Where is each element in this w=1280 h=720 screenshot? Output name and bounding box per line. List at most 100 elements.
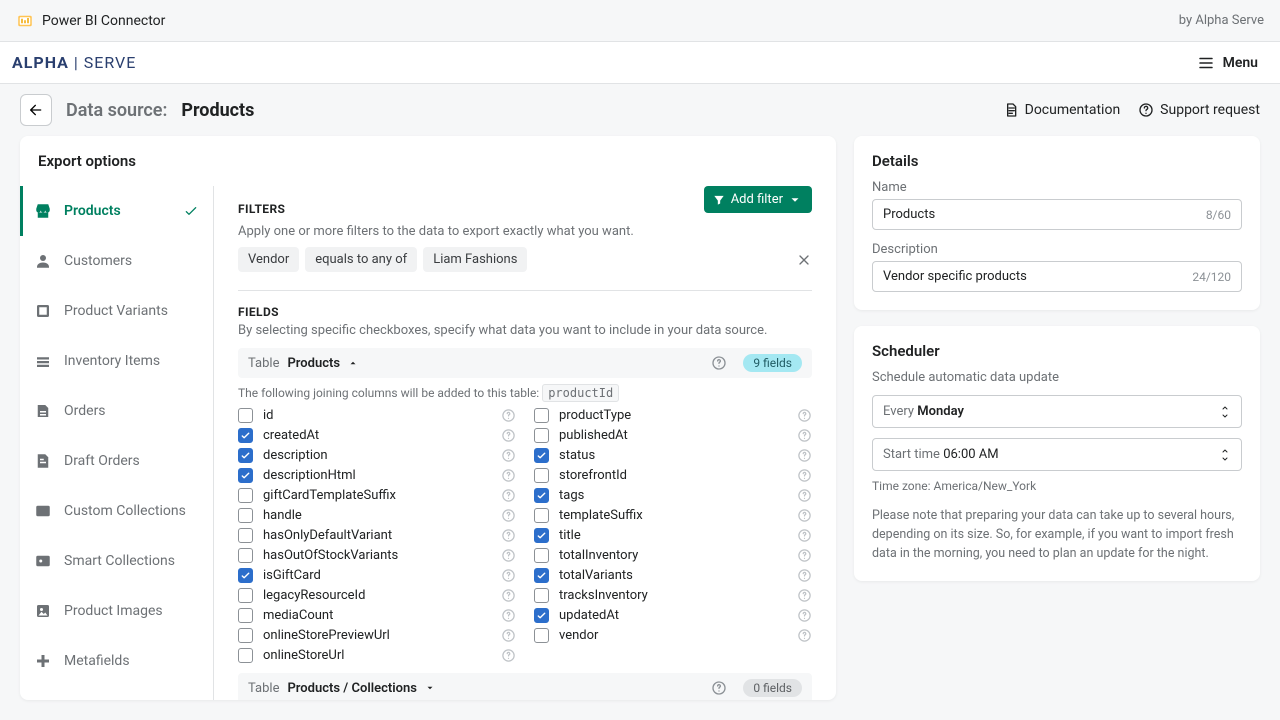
table-help-icon[interactable] xyxy=(711,355,727,371)
table-bar-products[interactable]: Table Products 9 fields xyxy=(238,348,812,378)
field-checkbox[interactable] xyxy=(534,408,549,423)
field-help-icon[interactable] xyxy=(501,448,516,463)
brand-row: ALPHA | SERVE Menu xyxy=(0,42,1280,84)
details-name-input[interactable]: Products 8/60 xyxy=(872,199,1242,230)
schedule-frequency-select[interactable]: Every Monday xyxy=(872,395,1242,428)
field-checkbox[interactable] xyxy=(534,628,549,643)
field-checkbox[interactable] xyxy=(534,568,549,583)
sidebar-item-custom-collections[interactable]: Custom Collections xyxy=(20,486,213,536)
scheduler-title: Scheduler xyxy=(872,342,1242,360)
field-help-icon[interactable] xyxy=(797,508,812,523)
field-row: id xyxy=(238,408,516,423)
field-row: onlineStoreUrl xyxy=(238,648,516,663)
back-button[interactable] xyxy=(20,94,52,126)
field-checkbox[interactable] xyxy=(238,528,253,543)
field-checkbox[interactable] xyxy=(238,448,253,463)
field-checkbox[interactable] xyxy=(534,508,549,523)
support-link[interactable]: Support request xyxy=(1138,102,1260,118)
field-checkbox[interactable] xyxy=(534,528,549,543)
field-label: totalInventory xyxy=(559,548,638,563)
field-checkbox[interactable] xyxy=(534,588,549,603)
field-row: status xyxy=(534,448,812,463)
sidebar-item-smart-collections[interactable]: Smart Collections xyxy=(20,536,213,586)
field-row: vendor xyxy=(534,628,812,643)
field-help-icon[interactable] xyxy=(501,528,516,543)
documentation-link[interactable]: Documentation xyxy=(1003,102,1121,118)
field-help-icon[interactable] xyxy=(501,488,516,503)
field-help-icon[interactable] xyxy=(501,508,516,523)
field-help-icon[interactable] xyxy=(797,588,812,603)
field-checkbox[interactable] xyxy=(534,428,549,443)
filter-chip[interactable]: Liam Fashions xyxy=(423,247,527,272)
table-help-icon[interactable] xyxy=(711,680,727,696)
sidebar-item-product-variants[interactable]: Product Variants xyxy=(20,286,213,336)
export-options-title: Export options xyxy=(20,136,836,186)
table-bar-sub[interactable]: TableProducts / Collections0 fields xyxy=(238,673,812,700)
field-checkbox[interactable] xyxy=(238,648,253,663)
field-checkbox[interactable] xyxy=(238,588,253,603)
filter-chip[interactable]: equals to any of xyxy=(305,247,417,272)
field-help-icon[interactable] xyxy=(797,488,812,503)
field-help-icon[interactable] xyxy=(797,548,812,563)
field-help-icon[interactable] xyxy=(501,628,516,643)
select-caret-icon xyxy=(1219,449,1231,461)
entity-icon xyxy=(34,652,52,670)
sidebar-item-draft-orders[interactable]: Draft Orders xyxy=(20,436,213,486)
field-checkbox[interactable] xyxy=(238,428,253,443)
field-help-icon[interactable] xyxy=(501,648,516,663)
field-help-icon[interactable] xyxy=(797,468,812,483)
header-left: Data source: Products xyxy=(20,94,254,126)
scheduler-subtitle: Schedule automatic data update xyxy=(872,370,1242,385)
sidebar-item-label: Inventory Items xyxy=(64,353,160,369)
menu-button[interactable]: Menu xyxy=(1187,48,1268,78)
filter-chip[interactable]: Vendor xyxy=(238,247,299,272)
field-help-icon[interactable] xyxy=(797,568,812,583)
field-checkbox[interactable] xyxy=(534,468,549,483)
sidebar-item-inventory-items[interactable]: Inventory Items xyxy=(20,336,213,386)
field-help-icon[interactable] xyxy=(797,408,812,423)
field-checkbox[interactable] xyxy=(238,628,253,643)
field-label: description xyxy=(263,448,328,463)
field-label: totalVariants xyxy=(559,568,633,583)
field-help-icon[interactable] xyxy=(501,468,516,483)
details-desc-input[interactable]: Vendor specific products 24/120 xyxy=(872,261,1242,292)
field-checkbox[interactable] xyxy=(534,608,549,623)
sidebar-item-product-images[interactable]: Product Images xyxy=(20,586,213,636)
sidebar-item-customers[interactable]: Customers xyxy=(20,236,213,286)
check-icon xyxy=(183,203,199,219)
sidebar-item-products[interactable]: Products xyxy=(20,186,213,236)
field-row: description xyxy=(238,448,516,463)
field-checkbox[interactable] xyxy=(238,468,253,483)
field-checkbox[interactable] xyxy=(534,448,549,463)
field-help-icon[interactable] xyxy=(797,428,812,443)
sidebar-item-metafields[interactable]: Metafields xyxy=(20,636,213,686)
field-checkbox[interactable] xyxy=(534,548,549,563)
export-options-card: Export options ProductsCustomersProduct … xyxy=(20,136,836,700)
schedule-time-select[interactable]: Start time 06:00 AM xyxy=(872,438,1242,471)
field-help-icon[interactable] xyxy=(501,568,516,583)
sidebar-item-orders[interactable]: Orders xyxy=(20,386,213,436)
field-help-icon[interactable] xyxy=(501,548,516,563)
field-checkbox[interactable] xyxy=(238,568,253,583)
field-checkbox[interactable] xyxy=(238,508,253,523)
details-name-label: Name xyxy=(872,180,1242,195)
joining-column: productId xyxy=(542,384,619,402)
field-help-icon[interactable] xyxy=(797,448,812,463)
remove-filter-icon[interactable] xyxy=(796,252,812,268)
entity-icon xyxy=(34,352,52,370)
field-help-icon[interactable] xyxy=(501,608,516,623)
field-help-icon[interactable] xyxy=(797,528,812,543)
add-filter-button[interactable]: Add filter xyxy=(704,186,812,213)
field-help-icon[interactable] xyxy=(501,408,516,423)
field-checkbox[interactable] xyxy=(238,408,253,423)
field-checkbox[interactable] xyxy=(534,488,549,503)
field-help-icon[interactable] xyxy=(501,428,516,443)
field-checkbox[interactable] xyxy=(238,608,253,623)
sidebar-item-label: Metafields xyxy=(64,653,130,669)
field-checkbox[interactable] xyxy=(238,548,253,563)
field-help-icon[interactable] xyxy=(501,588,516,603)
field-help-icon[interactable] xyxy=(797,628,812,643)
field-help-icon[interactable] xyxy=(797,608,812,623)
card-split: ProductsCustomersProduct Variants Invento… xyxy=(20,186,836,700)
field-checkbox[interactable] xyxy=(238,488,253,503)
